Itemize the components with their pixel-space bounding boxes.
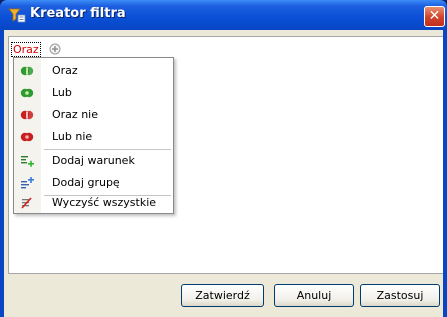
- menu-item-add-group[interactable]: Dodaj grupę: [14, 172, 173, 194]
- apply-button-label: Zastosuj: [376, 289, 424, 302]
- and-icon: [20, 66, 34, 76]
- operator-context-menu: Oraz Lub Oraz nie Lub nie Dodaj warunek …: [13, 57, 174, 214]
- or-not-icon: [20, 132, 34, 142]
- apply-button[interactable]: Zastosuj: [360, 284, 440, 307]
- menu-item-add-condition[interactable]: Dodaj warunek: [14, 150, 173, 172]
- add-group-icon: [21, 177, 34, 189]
- cancel-button[interactable]: Anuluj: [274, 284, 354, 307]
- menu-item-label: Lub nie: [52, 130, 93, 143]
- window-frame-right: [443, 30, 447, 317]
- root-group-operator[interactable]: Oraz: [11, 42, 41, 57]
- menu-item-label: Oraz nie: [52, 108, 98, 121]
- menu-item-clear-all[interactable]: Wyczyść wszystkie: [14, 192, 173, 214]
- and-not-icon: [20, 110, 34, 120]
- menu-item-and[interactable]: Oraz: [14, 60, 173, 82]
- menu-item-and-not[interactable]: Oraz nie: [14, 104, 173, 126]
- menu-item-label: Wyczyść wszystkie: [52, 196, 157, 209]
- close-button[interactable]: ✕: [424, 6, 445, 27]
- close-icon: ✕: [428, 8, 441, 24]
- menu-item-label: Dodaj grupę: [52, 176, 120, 189]
- filter-app-icon: [8, 8, 26, 23]
- filter-builder-window: Kreator filtra ✕ Oraz Zatwierdź Anuluj Z…: [0, 0, 447, 317]
- add-condition-icon: [21, 156, 34, 167]
- or-icon: [20, 88, 34, 98]
- menu-item-or-not[interactable]: Lub nie: [14, 126, 173, 148]
- confirm-button[interactable]: Zatwierdź: [181, 284, 264, 307]
- clear-all-icon: [21, 197, 32, 209]
- menu-item-label: Dodaj warunek: [52, 154, 135, 167]
- cancel-button-label: Anuluj: [296, 289, 332, 302]
- window-title: Kreator filtra: [30, 6, 126, 21]
- add-condition-plus-icon[interactable]: [49, 43, 61, 55]
- menu-item-label: Oraz: [52, 64, 78, 77]
- menu-item-or[interactable]: Lub: [14, 82, 173, 104]
- confirm-button-label: Zatwierdź: [195, 289, 250, 302]
- menu-item-label: Lub: [52, 86, 72, 99]
- title-bar[interactable]: Kreator filtra ✕: [0, 0, 447, 30]
